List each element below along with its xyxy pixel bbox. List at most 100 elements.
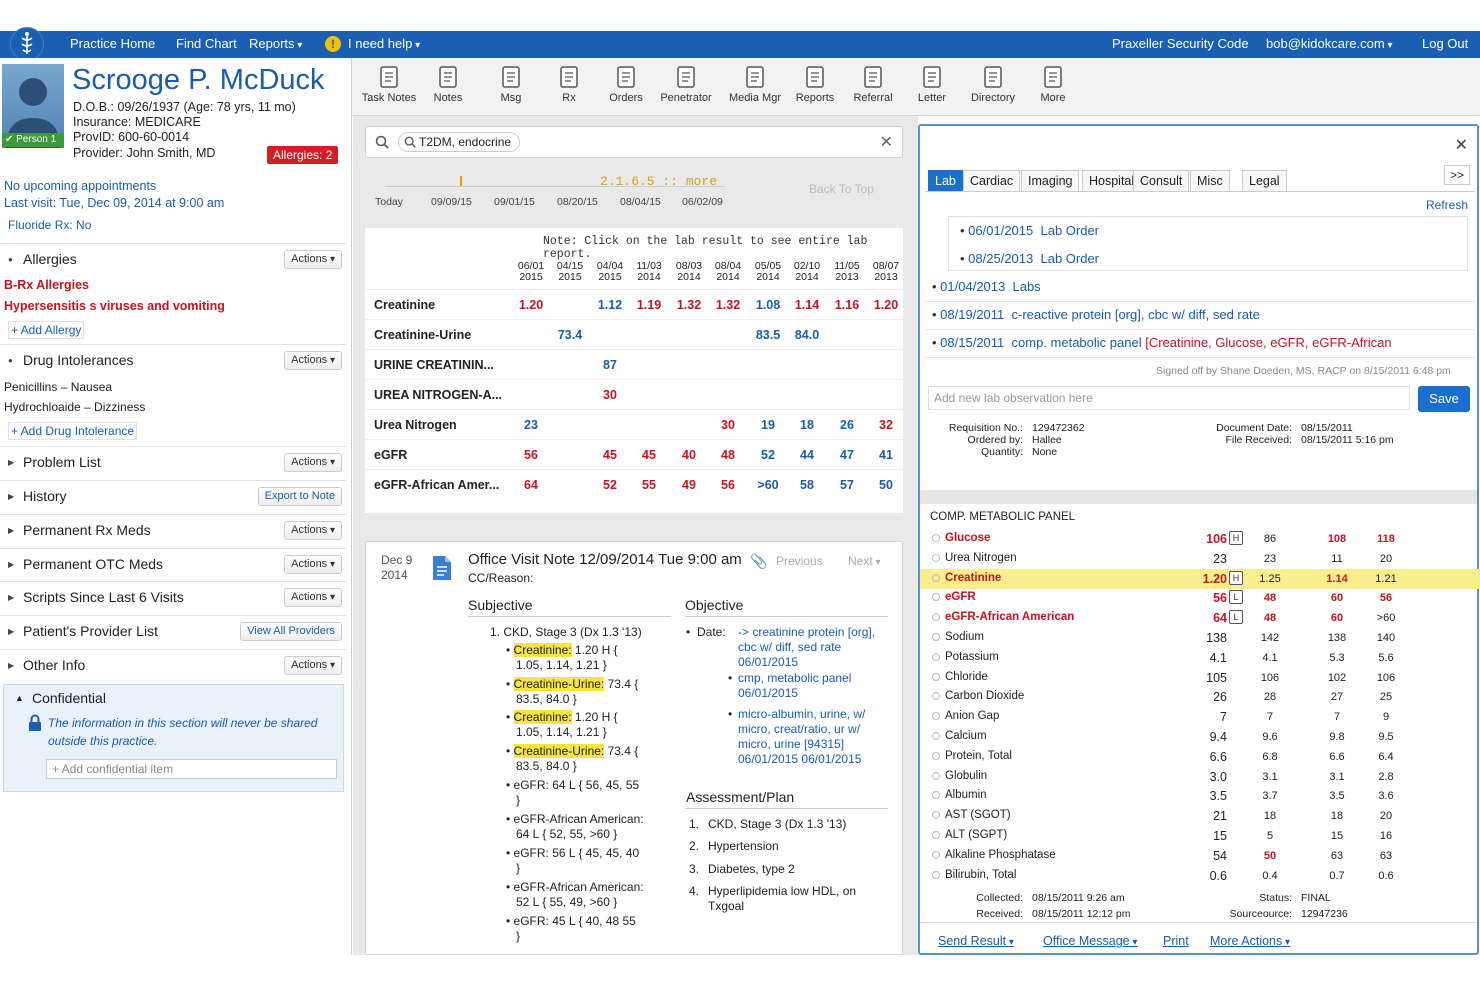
timeline-date[interactable]: Today: [375, 196, 403, 208]
lab-value[interactable]: 49: [669, 478, 709, 492]
expand-icon[interactable]: ▶: [8, 492, 14, 501]
lab-order-item[interactable]: • 01/04/2013 Labs: [932, 279, 1041, 294]
timeline-marker[interactable]: [460, 176, 462, 186]
intolerance-item[interactable]: Penicillins – Nausea: [4, 380, 112, 394]
lab-value[interactable]: 84.0: [787, 328, 827, 342]
lab-value[interactable]: 83.5: [748, 328, 788, 342]
metabolic-row[interactable]: eGFR 56 L 48 60 56: [920, 588, 1480, 608]
lab-trend-row[interactable]: Creatinine 1.20 1.12 1.19 1.32 1.32 1.08 1.14 1.…: [365, 289, 903, 319]
expand-icon[interactable]: ▶: [8, 458, 14, 467]
upcoming-appointments[interactable]: No upcoming appointments: [4, 179, 156, 193]
lab-value[interactable]: 52: [748, 448, 788, 462]
lab-value[interactable]: 23: [511, 418, 551, 432]
toolbar-task-notes-button[interactable]: Task Notes: [358, 62, 420, 114]
lab-column-header[interactable]: 05/05 2014: [748, 261, 788, 283]
lab-order-item[interactable]: • 08/19/2011 c-reactive protein [org], c…: [932, 307, 1260, 322]
order-desc[interactable]: Lab Order: [1040, 223, 1099, 238]
confidential-title[interactable]: Confidential: [32, 690, 106, 706]
order-desc[interactable]: comp. metabolic panel: [1012, 335, 1142, 350]
permanent-otc-actions-button[interactable]: Actions: [284, 555, 342, 574]
paperclip-icon[interactable]: 📎: [750, 553, 767, 570]
objective-link[interactable]: -> creatinine protein [org], cbc w/ diff…: [738, 625, 888, 670]
lab-trend-row[interactable]: Creatinine-Urine 73.4 83.5 84.0: [365, 319, 903, 349]
search-token[interactable]: T2DM, endocrine: [398, 132, 521, 152]
lab-order-item[interactable]: • 08/15/2011 comp. metabolic panel [Crea…: [932, 335, 1392, 350]
lab-value[interactable]: 40: [669, 448, 709, 462]
allergies-actions-button[interactable]: Actions: [284, 250, 342, 269]
permanent-rx-title[interactable]: Permanent Rx Meds: [23, 522, 151, 538]
nav-find-chart[interactable]: Find Chart: [176, 36, 237, 51]
save-button[interactable]: Save: [1418, 386, 1470, 412]
lab-value[interactable]: 50: [866, 478, 906, 492]
logout-link[interactable]: Log Out: [1422, 36, 1468, 51]
footer-office-message-link[interactable]: Office Message: [1043, 934, 1137, 948]
radio-icon[interactable]: [932, 712, 940, 721]
search-box[interactable]: T2DM, endocrine ✕: [365, 126, 903, 158]
tab-misc[interactable]: Misc: [1190, 170, 1230, 192]
last-visit[interactable]: Last visit: Tue, Dec 09, 2014 at 9:00 am: [4, 196, 224, 210]
toolbar-directory-button[interactable]: Directory: [962, 62, 1024, 114]
metabolic-row[interactable]: Urea Nitrogen 23 23 11 20: [920, 549, 1480, 569]
radio-icon[interactable]: [932, 751, 940, 760]
lab-value[interactable]: 52: [590, 478, 630, 492]
lab-trend-row[interactable]: eGFR 56 45 45 40 48 52 44 47 41: [365, 439, 903, 469]
next-note-link[interactable]: Next: [848, 554, 881, 570]
refresh-link[interactable]: Refresh: [1426, 198, 1468, 212]
toolbar-reports-button[interactable]: Reports: [784, 62, 846, 114]
toolbar-orders-button[interactable]: Orders: [595, 62, 657, 114]
radio-icon[interactable]: [932, 534, 940, 542]
metabolic-row[interactable]: ALT (SGPT) 15 5 15 16: [920, 826, 1480, 846]
previous-note-link[interactable]: Previous: [776, 554, 823, 569]
nav-reports[interactable]: Reports: [249, 36, 302, 51]
permanent-rx-actions-button[interactable]: Actions: [284, 521, 342, 540]
intolerance-item[interactable]: Hydrochloaide – Dizziness: [4, 400, 145, 414]
lab-column-header[interactable]: 06/01 2015: [511, 261, 551, 283]
nav-practice-home[interactable]: Practice Home: [70, 36, 155, 51]
radio-icon[interactable]: [932, 831, 940, 839]
toolbar-msg-button[interactable]: Msg: [480, 62, 542, 114]
metabolic-row[interactable]: Potassium 4.1 4.1 5.3 5.6: [920, 648, 1480, 668]
metabolic-row[interactable]: Bilirubin, Total 0.6 0.4 0.7 0.6: [920, 866, 1480, 886]
caduceus-logo-icon[interactable]: [10, 27, 44, 61]
objective-link[interactable]: cmp, metabolic panel 06/01/2015: [738, 671, 888, 701]
timeline-cluster[interactable]: 2.1.6.5 :: more: [600, 174, 717, 189]
lab-trend-row[interactable]: URINE CREATININ... 87: [365, 349, 903, 379]
scripts-title[interactable]: Scripts Since Last 6 Visits: [23, 589, 184, 605]
metabolic-row[interactable]: Calcium 9.4 9.6 9.8 9.5: [920, 727, 1480, 747]
radio-icon[interactable]: [932, 692, 940, 701]
radio-icon[interactable]: [932, 593, 940, 602]
lab-trend-row[interactable]: eGFR-African Amer... 64 52 55 49 56 >60 58 57 50: [365, 469, 903, 499]
radio-icon[interactable]: [932, 652, 940, 661]
allergy-item[interactable]: Hypersensitis s viruses and vomiting: [4, 299, 225, 313]
toolbar-penetrator-button[interactable]: Penetrator: [655, 62, 717, 114]
add-confidential-input[interactable]: + Add confidential item: [46, 759, 337, 779]
order-date[interactable]: 01/04/2013: [940, 279, 1005, 294]
lab-trend-row[interactable]: UREA NITROGEN-A... 30: [365, 379, 903, 409]
metabolic-row[interactable]: Protein, Total 6.6 6.8 6.6 6.4: [920, 747, 1480, 767]
highlighted-term[interactable]: Creatinine-Urine:: [513, 677, 605, 691]
lab-value[interactable]: >60: [748, 478, 788, 492]
problem-list-title[interactable]: Problem List: [23, 454, 101, 470]
lab-value[interactable]: 56: [708, 478, 748, 492]
lab-value[interactable]: 48: [708, 448, 748, 462]
lab-value[interactable]: 1.19: [629, 298, 669, 312]
tab-cardiac[interactable]: Cardiac: [963, 170, 1021, 192]
lab-column-header[interactable]: 08/04 2014: [708, 261, 748, 283]
timeline-date[interactable]: 08/04/15: [620, 196, 661, 208]
expand-icon[interactable]: ▶: [8, 560, 14, 569]
problem-list-actions-button[interactable]: Actions: [284, 453, 342, 472]
view-all-providers-button[interactable]: View All Providers: [240, 622, 342, 641]
lab-value[interactable]: 1.32: [708, 298, 748, 312]
timeline-date[interactable]: 08/20/15: [557, 196, 598, 208]
metabolic-row[interactable]: Globulin 3.0 3.1 3.1 2.8: [920, 767, 1480, 787]
lab-value[interactable]: 44: [787, 448, 827, 462]
add-drug-intolerance-button[interactable]: + Add Drug Intolerance: [8, 422, 138, 440]
metabolic-row[interactable]: Albumin 3.5 3.7 3.5 3.6: [920, 786, 1480, 806]
export-to-note-button[interactable]: Export to Note: [257, 487, 342, 506]
expand-icon[interactable]: ▶: [8, 627, 14, 636]
lab-value[interactable]: 87: [590, 358, 630, 372]
provider-list-title[interactable]: Patient's Provider List: [23, 623, 158, 639]
order-date[interactable]: 08/15/2011: [940, 335, 1004, 350]
metabolic-row[interactable]: eGFR-African American 64 L 48 60 >60: [920, 608, 1480, 628]
lab-value[interactable]: 1.32: [669, 298, 709, 312]
